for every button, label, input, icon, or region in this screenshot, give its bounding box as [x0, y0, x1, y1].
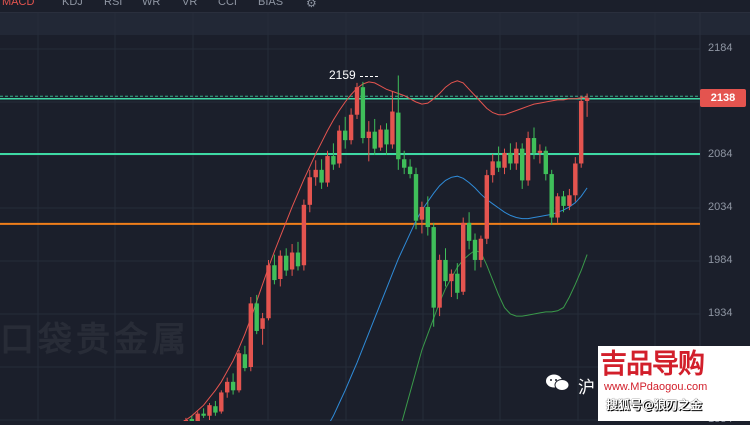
- candle-body: [343, 130, 348, 141]
- candle-body: [295, 252, 301, 267]
- candle-body: [525, 138, 531, 181]
- candle-body: [461, 222, 466, 292]
- candle-body: [531, 138, 537, 153]
- wechat-icon: [546, 374, 570, 391]
- candle-body: [579, 100, 584, 164]
- candle-body: [502, 152, 507, 168]
- candle-body: [278, 255, 283, 280]
- candle-body: [555, 196, 560, 218]
- candle-body: [325, 156, 330, 183]
- candle-body: [478, 238, 484, 260]
- candle-body: [508, 152, 513, 164]
- candle-body: [514, 148, 519, 164]
- candle-body: [496, 161, 501, 168]
- y-axis-label: 2084: [708, 148, 733, 160]
- candle-body: [207, 405, 212, 416]
- candle-body: [313, 169, 318, 178]
- candle-body: [413, 174, 419, 221]
- candle-body: [425, 206, 430, 228]
- wechat-account-text: 沪: [578, 378, 595, 398]
- candle-body: [266, 265, 271, 319]
- logo-badge: 吉品导购 www.MPdaogou.com 搜狐号@狼刃之金: [598, 346, 750, 421]
- candle-body: [407, 166, 413, 175]
- candle-body: [549, 174, 554, 218]
- candle-body: [284, 255, 289, 271]
- y-axis-label: 2034: [708, 201, 733, 213]
- ma-line-2: [401, 249, 588, 421]
- candle-body: [490, 161, 495, 176]
- candle-body: [437, 259, 442, 308]
- candle-body: [466, 222, 472, 241]
- y-axis-label: 1934: [708, 307, 733, 319]
- candle-body: [242, 354, 248, 369]
- candle-body: [378, 129, 383, 148]
- candle-body: [366, 131, 371, 139]
- candle-body: [561, 196, 566, 206]
- candle-body: [360, 87, 366, 139]
- candle-body: [431, 227, 436, 308]
- candle-body: [230, 381, 236, 391]
- candle-body: [419, 206, 425, 220]
- candle-body: [219, 392, 224, 412]
- candle-body: [213, 406, 218, 413]
- candle-body: [348, 114, 354, 141]
- candle-body: [260, 318, 265, 329]
- candles: [183, 75, 590, 421]
- candle-body: [520, 148, 525, 181]
- logo-url: www.MPdaogou.com: [604, 381, 708, 393]
- candle-body: [396, 112, 401, 160]
- candle-body: [443, 259, 448, 282]
- candle-body: [584, 97, 590, 101]
- candle-body: [254, 303, 259, 331]
- candle-body: [573, 163, 578, 196]
- candle-body: [225, 381, 230, 393]
- candle-body: [195, 413, 200, 421]
- candle-body: [236, 353, 242, 391]
- current-price-tag[interactable]: 2138: [700, 89, 746, 107]
- candle-body: [319, 169, 324, 183]
- candle-body: [384, 129, 389, 145]
- candle-body: [455, 273, 460, 293]
- y-axis-label: 2184: [708, 42, 733, 54]
- candle-body: [307, 177, 312, 205]
- candle-body: [248, 303, 253, 367]
- candle-body: [372, 131, 377, 149]
- candle-body: [354, 87, 360, 115]
- candle-body: [201, 413, 206, 416]
- candle-body: [449, 273, 454, 282]
- candle-body: [484, 175, 489, 239]
- high-marker-label: 2159: [329, 68, 356, 82]
- candle-body: [289, 252, 295, 270]
- candle-body: [472, 239, 478, 260]
- candle-body: [543, 150, 548, 175]
- candle-body: [402, 159, 407, 168]
- candle-body: [331, 156, 336, 165]
- y-axis-label: 1984: [708, 254, 733, 266]
- candle-body: [537, 150, 543, 153]
- logo-subtitle: 搜狐号@狼刃之金: [606, 398, 703, 412]
- logo-mark: 吉品导购: [600, 349, 705, 380]
- candle-body: [301, 204, 307, 266]
- candle-body: [272, 265, 277, 281]
- candle-body: [567, 195, 572, 206]
- candle-body: [390, 111, 395, 145]
- candle-body: [337, 130, 342, 164]
